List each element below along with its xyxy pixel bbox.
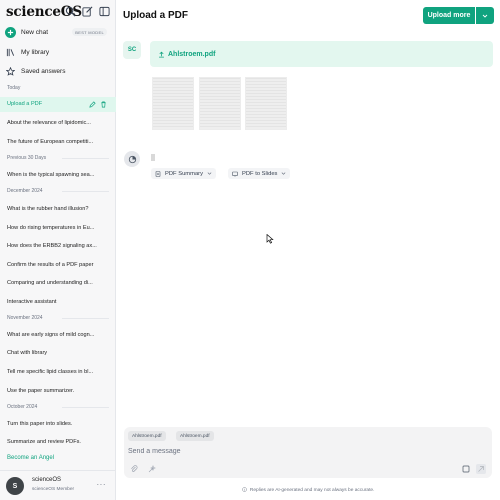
chip-label: PDF to Slides <box>242 170 278 177</box>
history-item[interactable]: What is the rubber hand illusion? <box>7 206 109 212</box>
section-label-december-2024: December 2024 <box>7 188 43 194</box>
attachment-chip[interactable]: Ahlstroem.pdf <box>128 431 166 441</box>
rename-icon[interactable] <box>89 101 96 108</box>
more-icon[interactable]: ··· <box>97 480 107 489</box>
page-title: Upload a PDF <box>123 10 189 21</box>
chip-label: PDF Summary <box>165 170 204 177</box>
chat-area: Upload a PDF Upload more SC Ahlstroem.pd… <box>116 0 500 500</box>
upload-more-button[interactable]: Upload more <box>423 7 475 24</box>
avatar: S <box>6 477 24 495</box>
send-button[interactable] <box>476 464 486 474</box>
disclaimer-text: Replies are AI-generated and may not alw… <box>249 488 375 493</box>
history-item[interactable]: How do rising temperatures in Eu... <box>7 225 109 231</box>
new-chat-label: New chat <box>21 29 49 36</box>
history-item[interactable]: When is the typical spawning sea... <box>7 172 109 178</box>
typing-indicator <box>151 154 155 161</box>
history-item[interactable]: Summarize and review PDFs. <box>7 439 109 445</box>
section-label-today: Today <box>7 85 21 91</box>
user-name: scienceOS <box>32 477 62 483</box>
section-label-previous-30-days: Previous 30 Days <box>7 155 47 161</box>
attachment-chip[interactable]: Ahlstroem.pdf <box>176 431 214 441</box>
sidebar-item-my-library[interactable]: My library <box>5 45 111 60</box>
chevron-down-icon <box>207 172 212 175</box>
history-item-active[interactable]: Upload a PDF <box>0 97 116 112</box>
best-model-badge: BEST MODEL <box>72 28 107 36</box>
brand-row: scienceOS <box>6 3 110 21</box>
sidebar: scienceOS New chat BEST MODEL My library <box>0 0 116 500</box>
message-input[interactable] <box>128 445 448 457</box>
sidebar-item-saved-answers[interactable]: Saved answers <box>5 64 111 79</box>
delete-icon[interactable] <box>100 101 107 108</box>
history-item[interactable]: Tell me specific lipid classes in bl... <box>7 369 109 375</box>
sidebar-item-label: My library <box>21 49 50 56</box>
new-chat-icon <box>5 27 16 38</box>
sidebar-toggle-icon[interactable] <box>99 6 110 17</box>
sidebar-toolbar <box>65 6 110 17</box>
edit-icon[interactable] <box>82 6 93 17</box>
search-icon[interactable] <box>65 6 76 17</box>
uploaded-file-card[interactable]: Ahlstroem.pdf <box>150 41 493 67</box>
assistant-logo-icon <box>128 155 136 163</box>
chevron-down-icon <box>282 172 286 175</box>
info-icon <box>241 487 247 492</box>
section-label-november-2024: November 2024 <box>7 315 43 321</box>
divider <box>62 158 109 159</box>
ai-disclaimer: Replies are AI-generated and may not alw… <box>116 487 500 493</box>
divider <box>62 407 109 408</box>
pdf-page-thumbnail[interactable] <box>199 77 241 130</box>
pdf-page-thumbnail[interactable] <box>245 77 287 130</box>
library-icon <box>5 48 15 58</box>
sidebar-item-label: Saved answers <box>21 68 66 75</box>
upload-icon <box>159 51 164 58</box>
slides-icon <box>232 171 238 177</box>
pdf-to-slides-button[interactable]: PDF to Slides <box>228 168 291 179</box>
paperclip-icon[interactable] <box>130 465 138 473</box>
divider <box>62 191 109 192</box>
document-icon <box>155 170 161 177</box>
user-role: scienceOS Member <box>32 487 75 492</box>
star-icon <box>5 67 15 77</box>
history-item[interactable]: Use the paper summarizer. <box>7 388 109 394</box>
new-chat-button[interactable]: New chat BEST MODEL <box>5 25 111 40</box>
history-item[interactable]: Confirm the results of a PDF paper <box>7 262 109 268</box>
file-name: Ahlstroem.pdf <box>168 50 216 58</box>
history-item[interactable]: Comparing and understanding di... <box>7 280 109 286</box>
section-label-october-2024: October 2024 <box>7 404 38 410</box>
history-item[interactable]: What are early signs of mild cogn... <box>7 332 109 338</box>
history-item[interactable]: Turn this paper into slides. <box>7 421 109 427</box>
sparkle-icon[interactable] <box>148 465 156 473</box>
become-angel-link[interactable]: Become an Angel <box>7 455 54 461</box>
history-item[interactable]: About the relevance of lipidomic... <box>7 120 109 126</box>
divider <box>62 318 109 319</box>
chevron-down-icon <box>482 14 488 18</box>
history-item[interactable]: Chat with library <box>7 350 109 356</box>
pdf-page-thumbnail[interactable] <box>152 77 194 130</box>
checkbox-icon[interactable] <box>462 465 470 473</box>
history-item[interactable]: Interactive assistant <box>7 299 109 305</box>
assistant-avatar <box>124 151 140 167</box>
upload-dropdown-button[interactable] <box>476 7 494 24</box>
user-message-avatar: SC <box>123 41 141 59</box>
message-composer: Ahlstroem.pdf Ahlstroem.pdf <box>124 427 492 478</box>
history-item[interactable]: The future of European competiti... <box>7 139 109 145</box>
user-menu[interactable]: S scienceOS scienceOS Member ··· <box>0 470 116 500</box>
history-item-label: Upload a PDF <box>7 101 43 107</box>
history-item[interactable]: How does the ERBB2 signaling ax... <box>7 243 109 249</box>
mouse-cursor-icon <box>266 234 274 244</box>
pdf-summary-button[interactable]: PDF Summary <box>151 168 217 179</box>
